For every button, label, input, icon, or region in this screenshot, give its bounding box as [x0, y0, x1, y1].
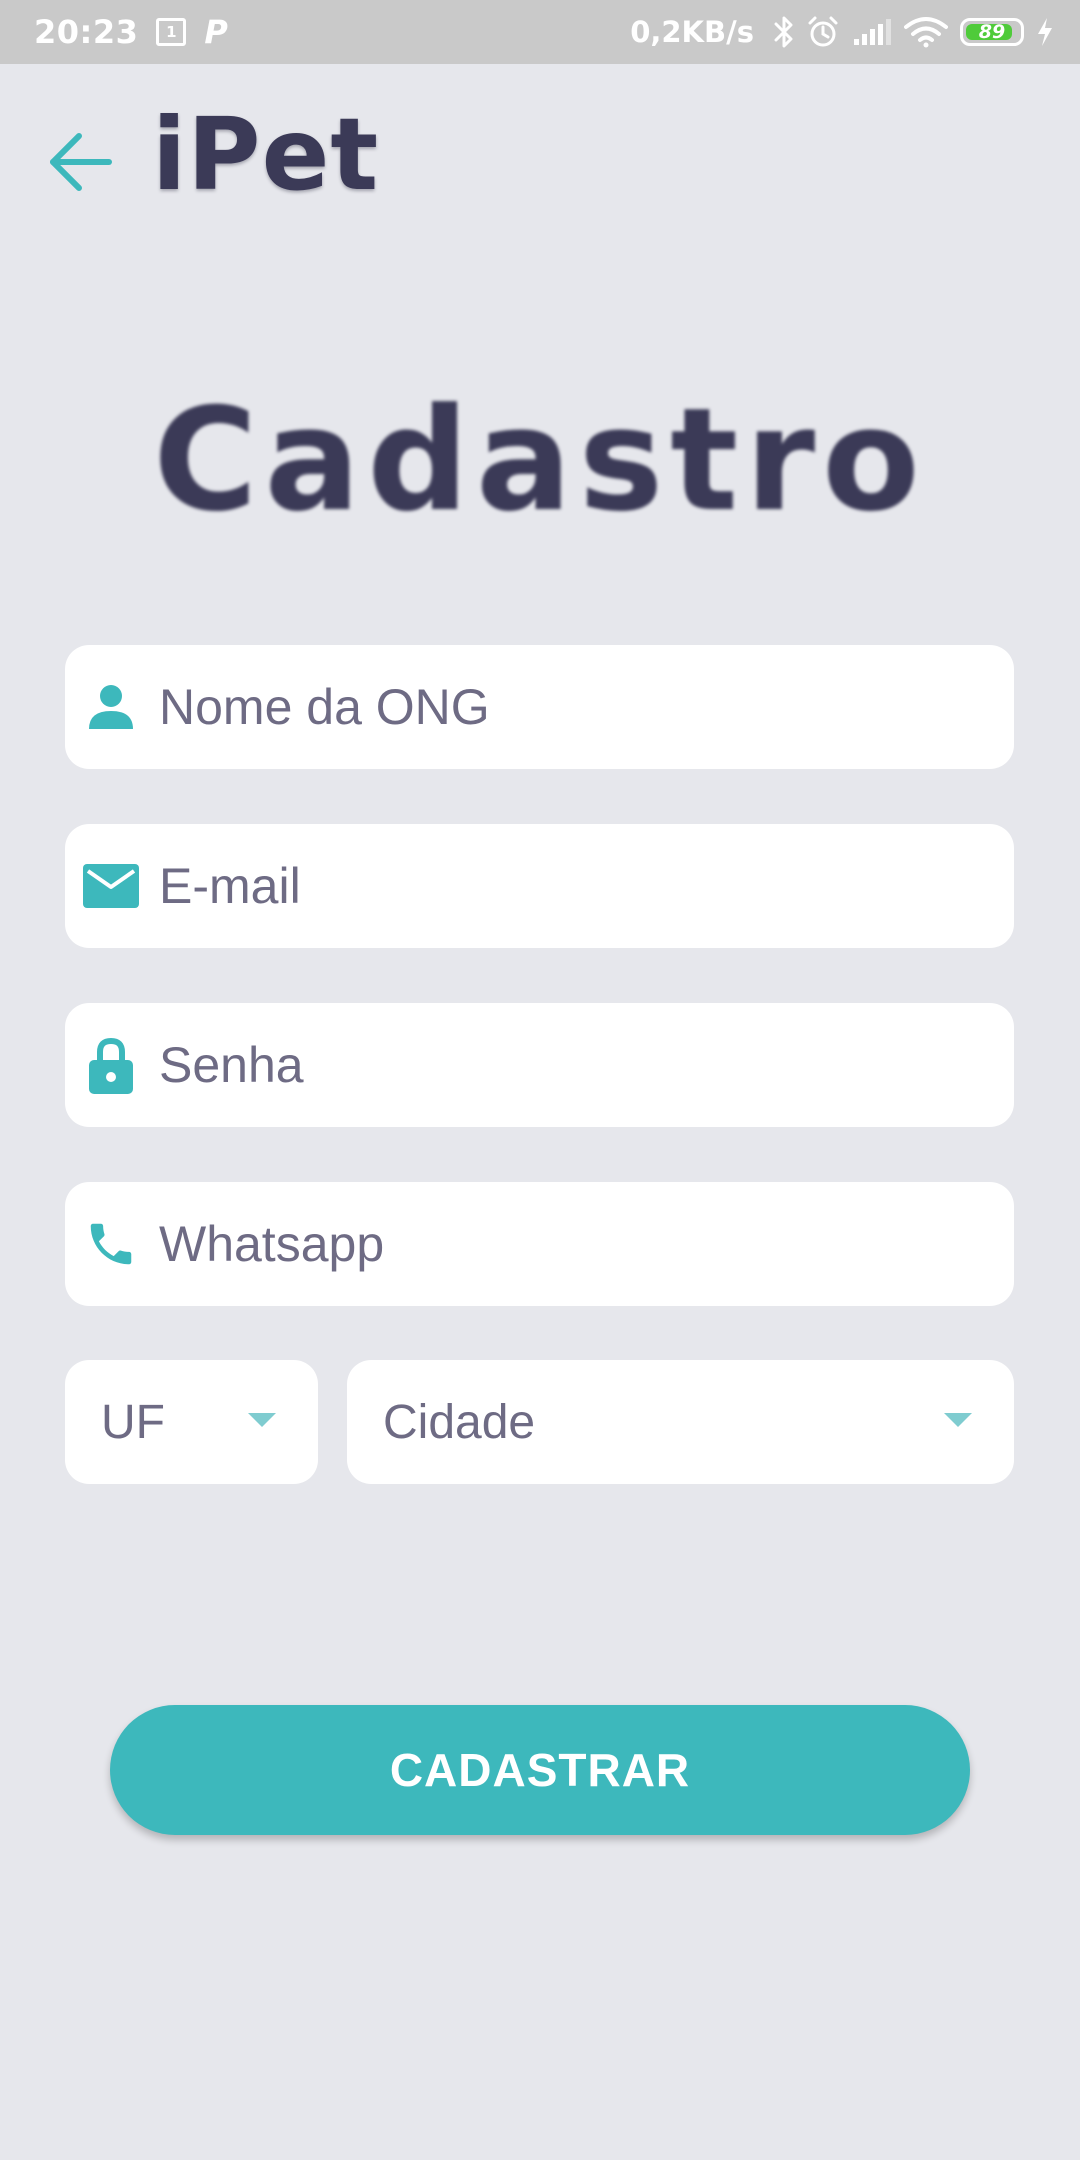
battery-level: 89 — [978, 21, 1006, 43]
charging-icon — [1036, 17, 1054, 47]
arrow-left-icon — [50, 133, 112, 191]
city-select-value: Cidade — [383, 1395, 536, 1449]
status-bar-right: 0,2KB/s 89 — [630, 0, 1054, 64]
status-bar-left: 20:23 1 P — [34, 0, 228, 64]
password-input[interactable] — [159, 1003, 1014, 1127]
email-input[interactable] — [159, 824, 1014, 948]
p-app-icon: P — [204, 13, 228, 51]
ong-name-field[interactable] — [65, 645, 1014, 769]
phone-icon — [83, 1216, 139, 1272]
app-header: iPet — [0, 64, 1080, 244]
bluetooth-icon — [774, 15, 794, 49]
sim-notification-icon: 1 — [156, 18, 187, 46]
app-title: iPet — [152, 96, 380, 213]
city-select[interactable]: Cidade — [347, 1360, 1014, 1484]
alarm-icon — [806, 15, 840, 49]
envelope-icon — [83, 858, 139, 914]
person-icon — [83, 679, 139, 735]
back-button[interactable] — [40, 122, 120, 202]
page-heading: Cadastro — [153, 378, 927, 543]
signup-screen: 20:23 1 P 0,2KB/s 89 iPet Cadastro Nome … — [0, 0, 1080, 2160]
lock-icon — [83, 1037, 139, 1094]
email-field[interactable] — [65, 824, 1014, 948]
wifi-icon — [904, 16, 948, 48]
signal-icon — [852, 17, 892, 47]
caret-down-icon — [944, 1413, 972, 1427]
password-field[interactable] — [65, 1003, 1014, 1127]
whatsapp-input[interactable] — [159, 1182, 1014, 1306]
status-time: 20:23 — [34, 13, 139, 51]
sim-notification-number: 1 — [156, 18, 187, 46]
uf-select[interactable]: UF — [65, 1360, 318, 1484]
battery-indicator: 89 — [960, 18, 1024, 46]
whatsapp-field[interactable] — [65, 1182, 1014, 1306]
caret-down-icon — [248, 1413, 276, 1427]
battery-icon: 89 — [960, 18, 1024, 46]
status-bar: 20:23 1 P 0,2KB/s 89 — [0, 0, 1080, 64]
register-button[interactable]: CADASTRAR — [110, 1705, 970, 1835]
uf-select-value: UF — [101, 1395, 165, 1449]
ong-name-input[interactable] — [159, 645, 1014, 769]
network-speed: 0,2KB/s — [630, 15, 754, 49]
